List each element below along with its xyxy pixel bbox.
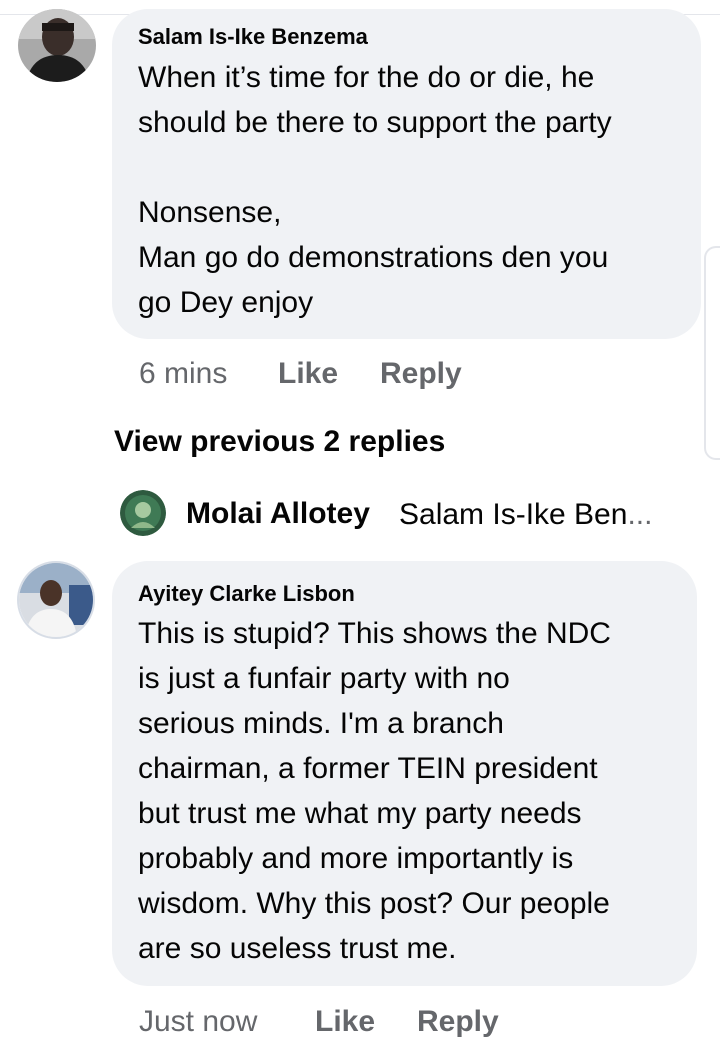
comment-author[interactable]: Ayitey Clarke Lisbon — [138, 581, 671, 607]
comment-text: This is stupid? This shows the NDC is ju… — [138, 617, 611, 965]
view-previous-replies-link[interactable]: View previous 2 replies — [114, 424, 445, 460]
reply-author: Molai Allotey — [186, 497, 370, 530]
latest-reply-preview[interactable]: Molai Allotey Salam Is-Ike Ben... — [120, 488, 700, 538]
reply-preview-text: Salam Is-Ike Ben — [399, 498, 628, 531]
comment-text: When it’s time for the do or die, he sho… — [138, 61, 612, 319]
like-button[interactable]: Like — [278, 356, 338, 392]
reply-button[interactable]: Reply — [417, 1004, 499, 1040]
profile-photo-man-icon[interactable] — [17, 561, 95, 639]
comment-bubble: Ayitey Clarke Lisbon This is stupid? Thi… — [112, 561, 697, 986]
reply-text-preview: Salam Is-Ike Ben... — [399, 497, 652, 533]
profile-photo-man-icon[interactable] — [18, 9, 96, 82]
like-button[interactable]: Like — [315, 1004, 375, 1040]
comment-author[interactable]: Salam Is-Ike Benzema — [138, 24, 675, 50]
reply-button[interactable]: Reply — [380, 356, 462, 392]
comment-timestamp[interactable]: 6 mins — [139, 356, 227, 392]
reply-ellipsis: ... — [627, 498, 653, 531]
profile-photo-icon[interactable] — [120, 490, 166, 536]
comment-timestamp[interactable]: Just now — [139, 1004, 257, 1040]
comment-bubble: Salam Is-Ike Benzema When it’s time for … — [112, 9, 701, 339]
scroll-indicator[interactable] — [704, 246, 720, 460]
